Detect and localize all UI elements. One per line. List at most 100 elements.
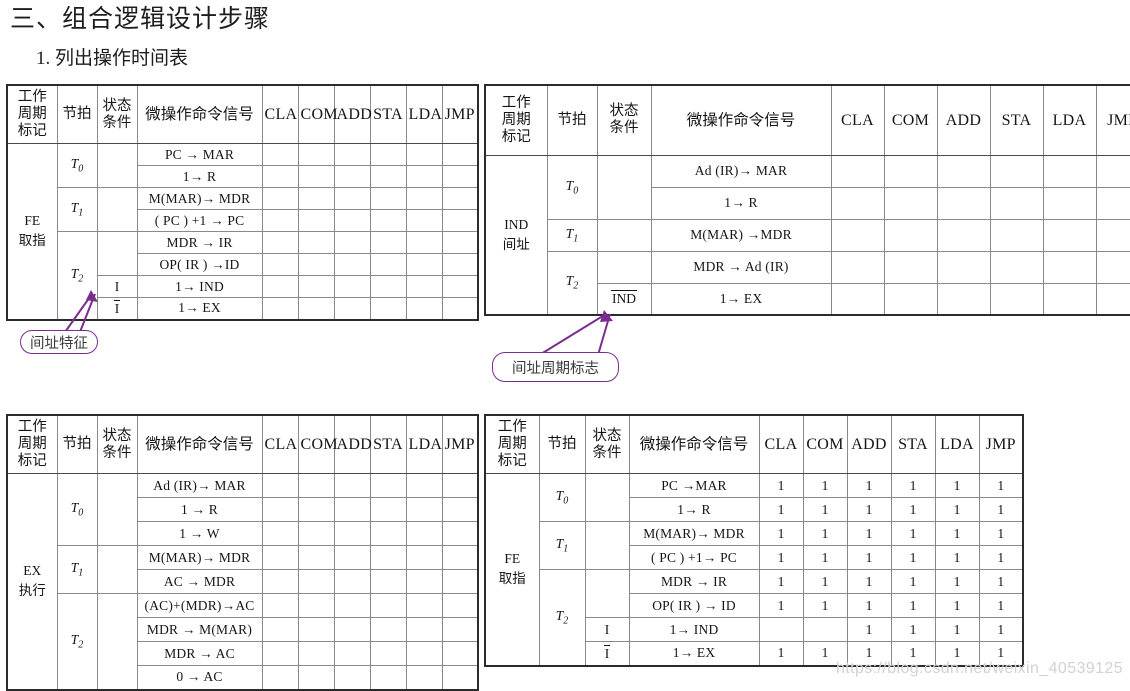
- cell-com: [883, 218, 938, 252]
- cell-state-condition: [96, 187, 138, 232]
- cell-jmp: [441, 143, 479, 166]
- cell-com: 1: [802, 569, 848, 594]
- cell-cla: 1: [758, 497, 804, 522]
- cell-lda: [405, 617, 443, 642]
- column-header-lda: LDA: [405, 414, 443, 474]
- cell-state-condition: I: [584, 617, 630, 642]
- cell-jmp: [441, 165, 479, 188]
- cell-jmp: 1: [978, 545, 1024, 570]
- cell-state-condition: [596, 218, 652, 252]
- cell-add: [333, 497, 371, 522]
- cell-beat: T0: [56, 473, 98, 546]
- column-header-micro-operation-signal: 微操作命令信号: [136, 414, 263, 474]
- callout-ind-cycle-flag: 间址周期标志: [492, 352, 619, 382]
- cell-jmp: [441, 665, 479, 690]
- cell-cla: [261, 545, 299, 570]
- cell-lda: 1: [934, 497, 980, 522]
- section-subtitle: 1. 列出操作时间表: [36, 48, 189, 69]
- cell-lda: [405, 209, 443, 232]
- cell-micro-operation-signal: 1 → R: [136, 497, 263, 522]
- cell-micro-operation-signal: AC → MDR: [136, 569, 263, 594]
- cell-lda: [405, 497, 443, 522]
- column-header-state-condition: 状态 条件: [584, 414, 630, 474]
- cell-jmp: 1: [978, 521, 1024, 546]
- cell-micro-operation-signal: MDR → IR: [136, 231, 263, 254]
- cell-micro-operation-signal: 1→ EX: [136, 297, 263, 320]
- cell-add: [333, 209, 371, 232]
- cell-com: 1: [802, 545, 848, 570]
- cell-lda: [405, 473, 443, 498]
- cell-cla: 1: [758, 641, 804, 666]
- cell-cla: [261, 473, 299, 498]
- cell-add: [333, 617, 371, 642]
- cell-lda: 1: [934, 521, 980, 546]
- cell-add: [333, 593, 371, 618]
- cell-com: [802, 617, 848, 642]
- cell-com: [883, 154, 938, 188]
- cell-add: [936, 154, 991, 188]
- cell-sta: [369, 253, 407, 276]
- cell-lda: [405, 253, 443, 276]
- cell-micro-operation-signal: MDR → IR: [628, 569, 760, 594]
- cell-add: 1: [846, 569, 892, 594]
- table-header-row: 工作周期标记节拍状态条件微操作命令信号CLACOMADDSTALDAJMP: [484, 414, 1024, 474]
- cell-com: [297, 297, 335, 320]
- cell-sta: [989, 154, 1044, 188]
- column-header-lda: LDA: [934, 414, 980, 474]
- cell-jmp: 1: [978, 497, 1024, 522]
- cell-work-cycle: EX 执行: [6, 473, 58, 690]
- cell-jmp: [441, 593, 479, 618]
- column-header-state-condition: 状态 条件: [596, 84, 652, 156]
- column-header-state-condition: 状态 条件: [96, 414, 138, 474]
- cell-add: [333, 297, 371, 320]
- cell-state-condition: I: [584, 641, 630, 666]
- column-header-com: COM: [883, 84, 938, 156]
- cell-jmp: [441, 497, 479, 522]
- cell-lda: [405, 593, 443, 618]
- cell-sta: [369, 569, 407, 594]
- cell-cla: [261, 231, 299, 254]
- operation-timing-table-fe-blank: 工作 周期 标记 节拍 状态 条件 微操作命令信号 CLA COM ADD STA LDA JMP FE 取…: [6, 84, 479, 321]
- cell-sta: [369, 275, 407, 298]
- cell-beat: T0: [546, 154, 598, 220]
- cell-sta: [369, 209, 407, 232]
- cell-micro-operation-signal: ( PC ) +1 → PC: [136, 209, 263, 232]
- cell-com: [297, 521, 335, 546]
- cell-sta: [369, 545, 407, 570]
- cell-micro-operation-signal: MDR → M(MAR): [136, 617, 263, 642]
- cell-jmp: [441, 297, 479, 320]
- cell-cla: [261, 641, 299, 666]
- cell-work-cycle: FE 取指: [484, 473, 540, 666]
- cell-com: [297, 569, 335, 594]
- cell-state-condition: [96, 593, 138, 690]
- cell-add: 1: [846, 497, 892, 522]
- cell-lda: 1: [934, 545, 980, 570]
- operation-timing-table-ex-blank: 工作 周期 标记 节拍 状态 条件 微操作命令信号 CLA COM ADD STA LDA JMP EX 执…: [6, 414, 479, 691]
- cell-beat: T0: [56, 143, 98, 188]
- cell-micro-operation-signal: Ad (IR)→ MAR: [650, 154, 832, 188]
- cell-micro-operation-signal: PC →MAR: [628, 473, 760, 498]
- cell-com: 1: [802, 497, 848, 522]
- cell-jmp: [441, 187, 479, 210]
- cell-micro-operation-signal: 1→ R: [650, 186, 832, 220]
- column-header-work-cycle: 工作 周期 标记: [484, 414, 540, 474]
- cell-lda: 1: [934, 473, 980, 498]
- column-header-com: COM: [297, 84, 338, 144]
- cell-com: [297, 253, 335, 276]
- cell-cla: [758, 617, 804, 642]
- cell-state-condition: [96, 473, 138, 546]
- column-header-jmp: JMP: [978, 414, 1024, 474]
- cell-cla: [261, 187, 299, 210]
- cell-com: [883, 186, 938, 220]
- cell-micro-operation-signal: 1→ EX: [650, 282, 832, 316]
- column-header-micro-operation-signal: 微操作命令信号: [628, 414, 760, 474]
- callout-ind-feature-label: 间址特征: [30, 335, 88, 352]
- cell-micro-operation-signal: 1→ R: [628, 497, 760, 522]
- column-header-beat: 节拍: [56, 84, 98, 144]
- cell-state-condition: [96, 143, 138, 188]
- cell-jmp: [441, 617, 479, 642]
- cell-add: 1: [846, 545, 892, 570]
- cell-sta: [369, 297, 407, 320]
- table-row: IND 间址 T0 Ad (IR)→ MAR: [484, 154, 1130, 316]
- cell-lda: [405, 521, 443, 546]
